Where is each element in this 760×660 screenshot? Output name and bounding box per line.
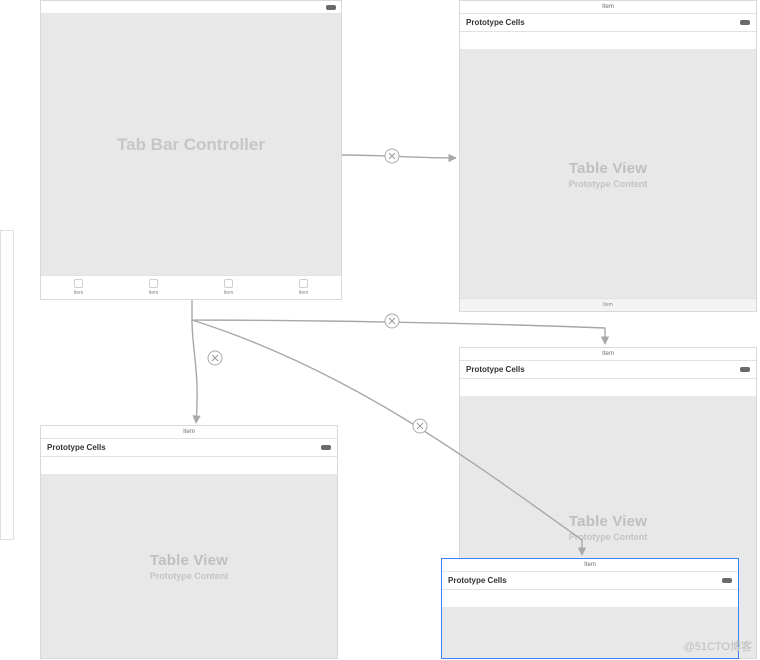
watermark: @51CTO博客: [684, 638, 752, 654]
table-view-placeholder-subtitle: Prototype Content: [569, 532, 648, 542]
prototype-cell-row: [41, 457, 337, 475]
scene-fragment-left: [0, 230, 14, 540]
nav-title: Item: [602, 4, 614, 10]
status-indicator-icon: [326, 5, 336, 10]
disclosure-icon: [740, 20, 750, 25]
tab-item[interactable]: Item: [266, 276, 341, 299]
prototype-cell-row: [460, 32, 756, 50]
table-view-placeholder-subtitle: Prototype Content: [569, 179, 648, 189]
disclosure-icon: [722, 578, 732, 583]
nav-bar: Item: [41, 426, 337, 439]
prototype-cells-header: Prototype Cells: [460, 361, 756, 379]
table-view-placeholder-title: Table View: [569, 513, 647, 530]
tab-bar-controller-title: Tab Bar Controller: [117, 135, 265, 155]
prototype-cells-header: Prototype Cells: [442, 572, 738, 590]
tab-item[interactable]: Item: [191, 276, 266, 299]
tab-bar-controller-scene[interactable]: Tab Bar Controller Item Item Item Item: [40, 0, 342, 300]
table-view-scene-2[interactable]: Item Prototype Cells Table View Prototyp…: [40, 425, 338, 659]
prototype-cell-row: [442, 590, 738, 608]
tab-item[interactable]: Item: [41, 276, 116, 299]
disclosure-icon: [321, 445, 331, 450]
table-view-scene-1[interactable]: Item Prototype Cells Table View Prototyp…: [459, 0, 757, 312]
nav-title: Item: [183, 429, 195, 435]
table-view-body: Table View Prototype Content: [41, 475, 337, 658]
tab-bar-controller-body: Tab Bar Controller: [41, 14, 341, 275]
tab-bar-placeholder: Item: [460, 298, 756, 311]
table-view-placeholder-title: Table View: [150, 552, 228, 569]
prototype-cells-header: Prototype Cells: [460, 14, 756, 32]
tab-bar: Item Item Item Item: [41, 275, 341, 299]
prototype-cell-row: [460, 379, 756, 397]
nav-title: Item: [584, 562, 596, 568]
nav-bar: Item: [460, 1, 756, 14]
prototype-cells-header: Prototype Cells: [41, 439, 337, 457]
nav-bar: Item: [442, 559, 738, 572]
tab-item[interactable]: Item: [116, 276, 191, 299]
table-view-body: Table View Prototype Content: [460, 50, 756, 298]
nav-title: Item: [602, 351, 614, 357]
nav-bar: Item: [460, 348, 756, 361]
table-view-placeholder-subtitle: Prototype Content: [150, 571, 229, 581]
table-view-placeholder-title: Table View: [569, 160, 647, 177]
disclosure-icon: [740, 367, 750, 372]
